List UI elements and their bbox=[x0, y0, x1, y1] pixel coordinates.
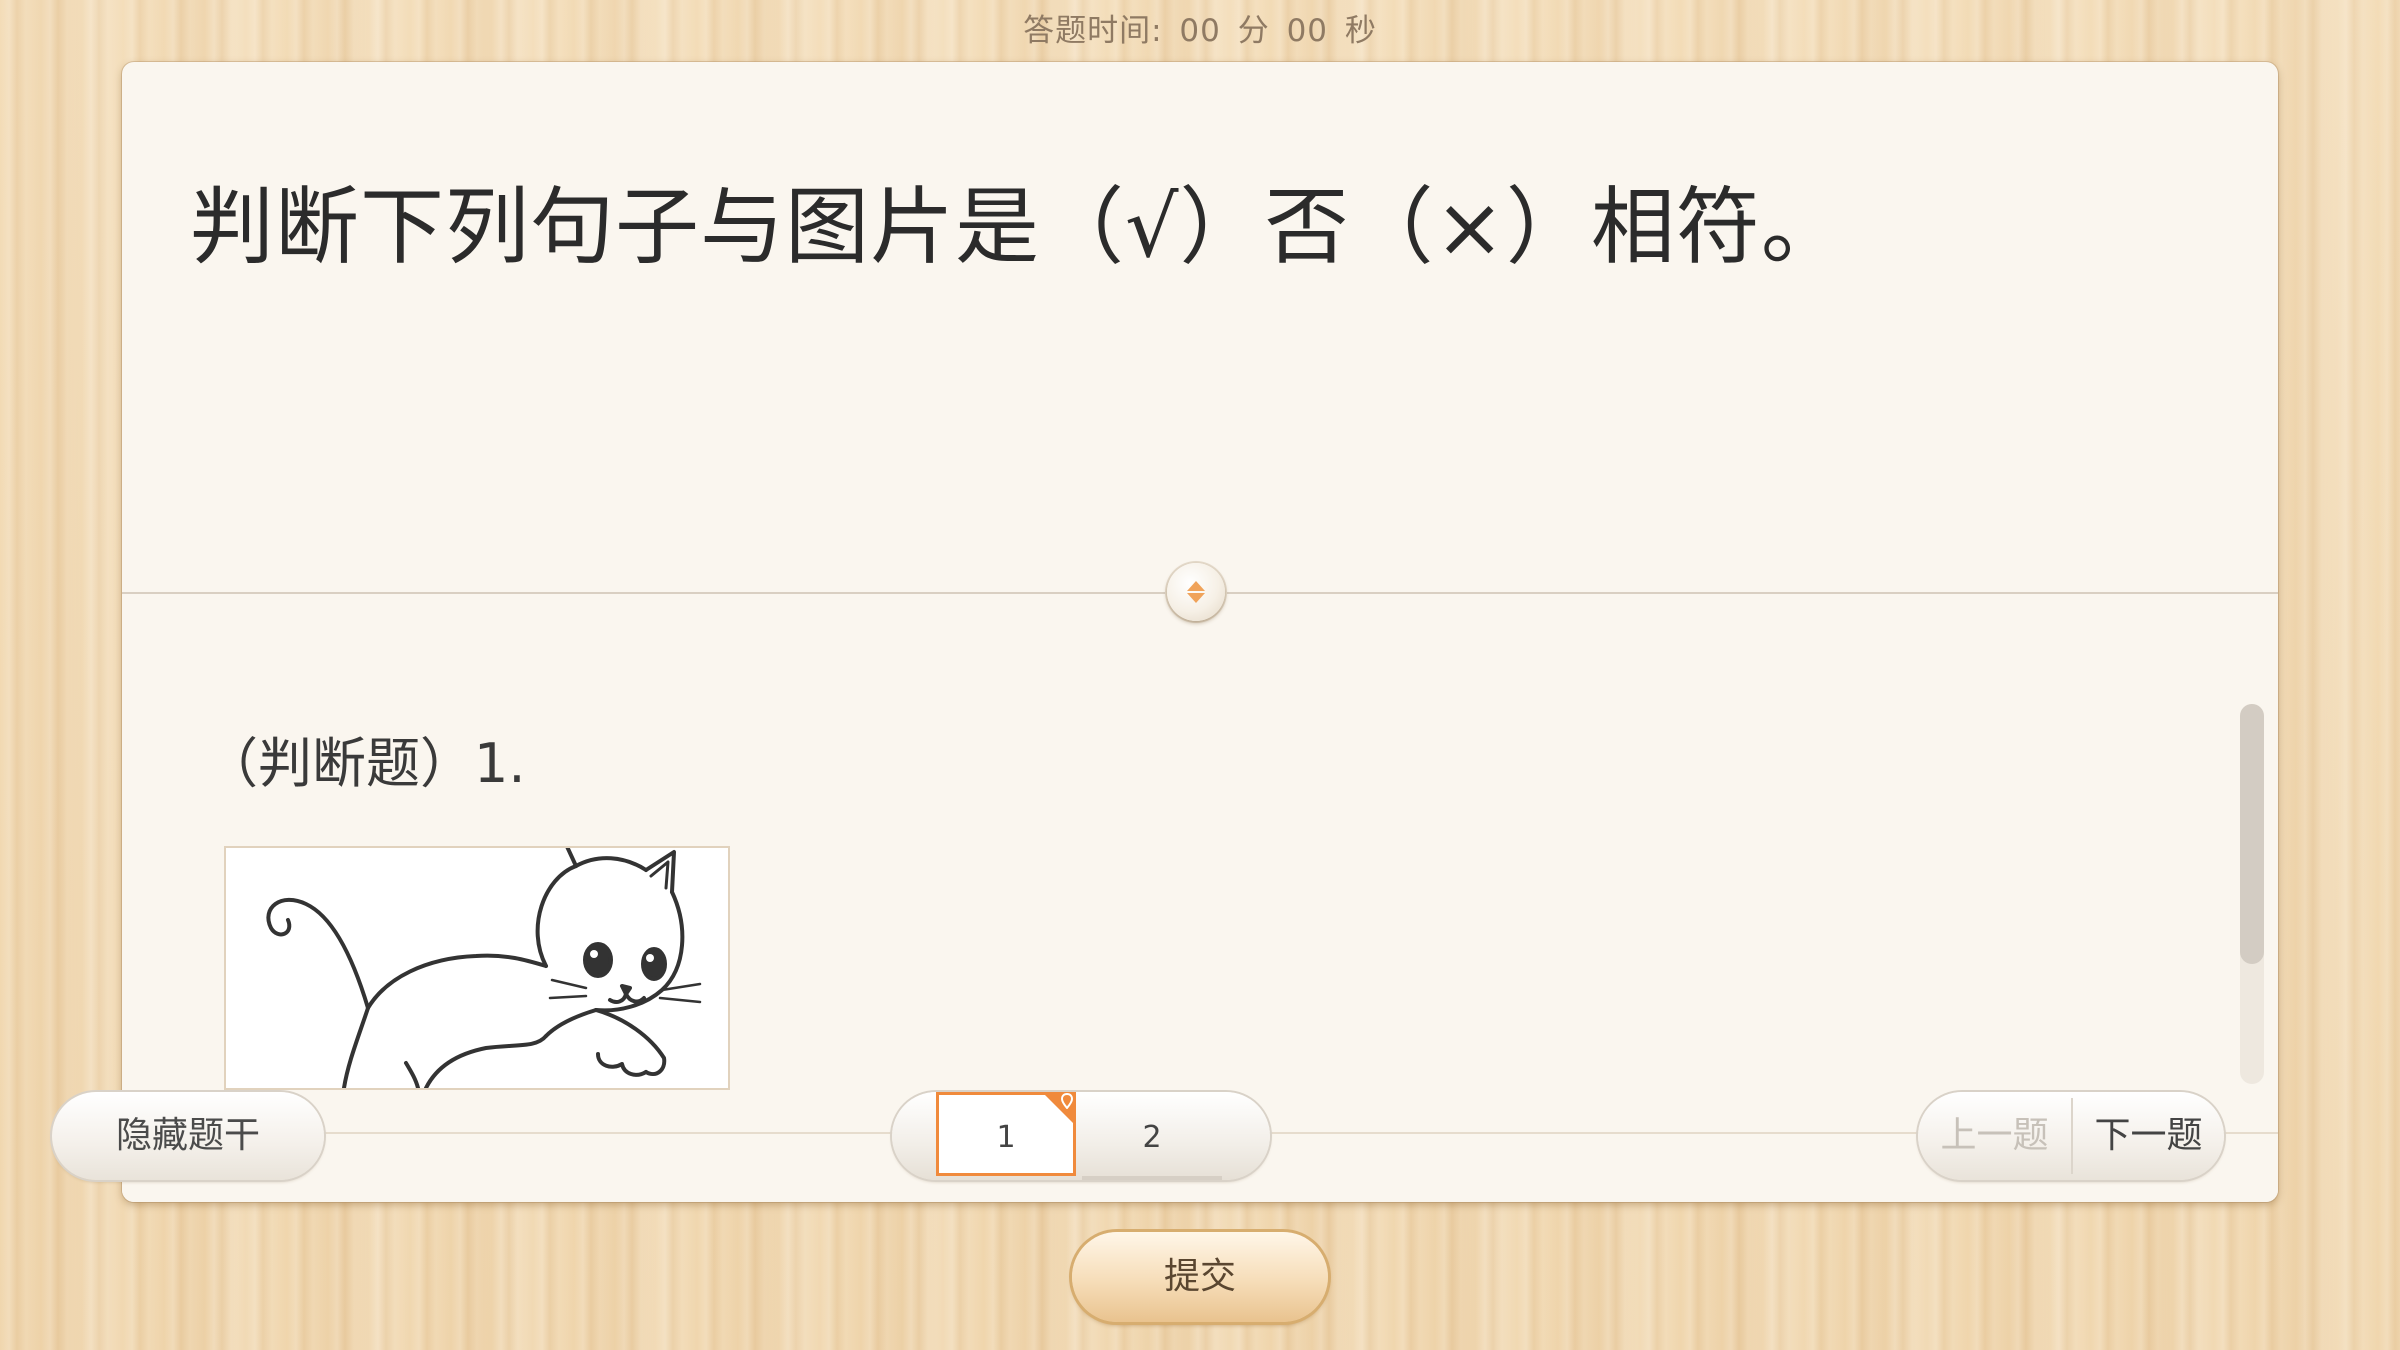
prev-question-button[interactable]: 上一题 bbox=[1918, 1092, 2071, 1180]
timer-seconds: 00 bbox=[1286, 13, 1329, 49]
question-nav-group: 上一题 下一题 bbox=[1918, 1092, 2224, 1180]
pin-icon bbox=[1061, 1093, 1073, 1109]
hide-stem-button[interactable]: 隐藏题干 bbox=[52, 1092, 324, 1180]
page-2-label: 2 bbox=[1142, 1120, 1162, 1155]
next-question-button[interactable]: 下一题 bbox=[2073, 1092, 2224, 1180]
answer-scrollbar[interactable] bbox=[2240, 704, 2264, 1084]
timer-minutes: 00 bbox=[1179, 13, 1221, 49]
question-stem-text: 判断下列句子与图片是（√）否（×）相符。 bbox=[190, 178, 1846, 276]
question-label: （判断题）1. bbox=[204, 732, 526, 795]
answer-area: （判断题）1. bbox=[122, 594, 2278, 1132]
page-1-button[interactable]: 1 bbox=[936, 1092, 1076, 1176]
timer-minutes-unit: 分 bbox=[1237, 13, 1270, 49]
timer-seconds-unit: 秒 bbox=[1344, 13, 1377, 49]
question-pager: 1 2 bbox=[892, 1092, 1270, 1180]
answer-scrollbar-thumb[interactable] bbox=[2240, 704, 2264, 964]
page-1-label: 1 bbox=[996, 1120, 1016, 1155]
question-card: 判断下列句子与图片是（√）否（×）相符。 （判断题）1. bbox=[122, 62, 2278, 1202]
page-2-button[interactable]: 2 bbox=[1082, 1092, 1222, 1180]
timer: 答题时间: 00 分 00 秒 bbox=[0, 6, 2400, 56]
question-stem-panel: 判断下列句子与图片是（√）否（×）相符。 bbox=[122, 62, 2278, 592]
submit-button[interactable]: 提交 bbox=[1072, 1232, 1328, 1322]
cat-drawing-image bbox=[266, 848, 702, 1088]
timer-label: 答题时间: bbox=[1023, 13, 1163, 49]
question-image bbox=[224, 846, 730, 1090]
